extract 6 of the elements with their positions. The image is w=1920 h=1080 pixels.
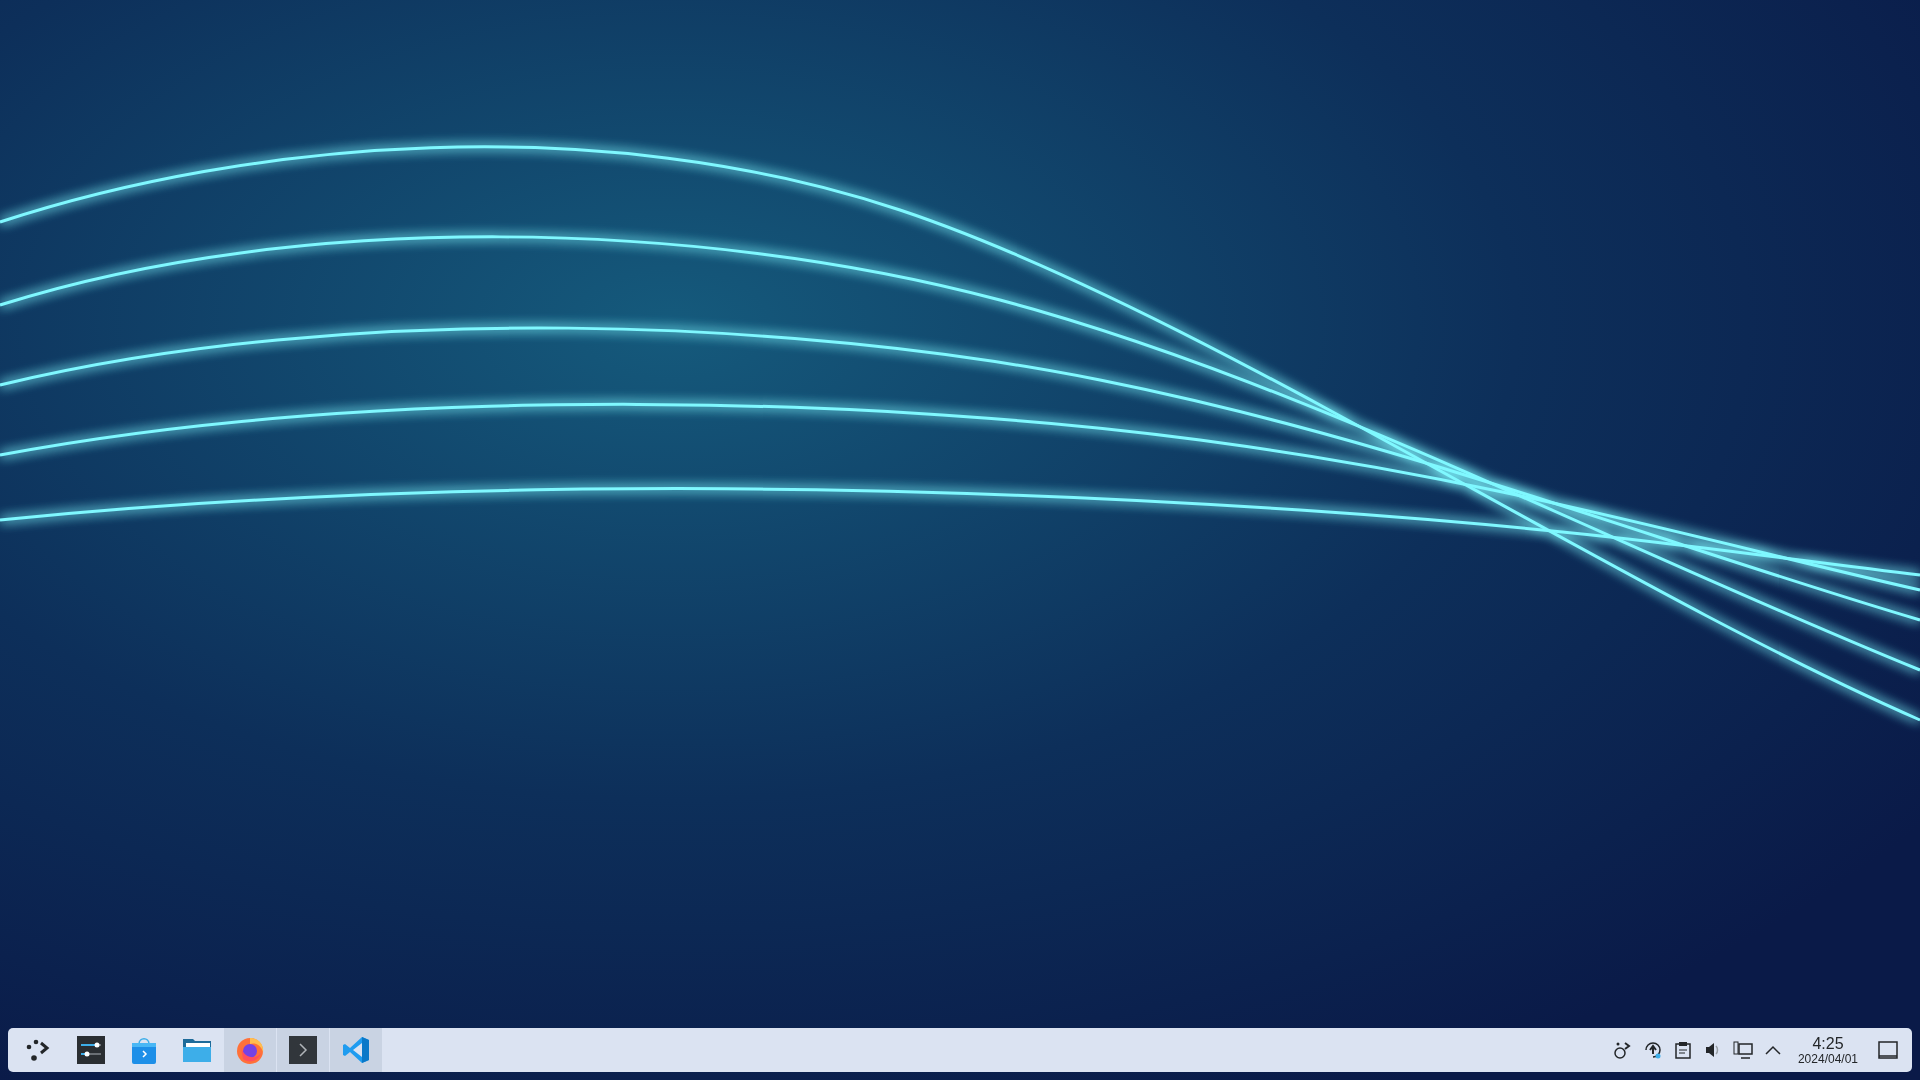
code-editor-icon[interactable] [330,1028,382,1072]
clock[interactable]: 4:25 2024/04/01 [1797,1035,1858,1065]
terminal-icon[interactable] [277,1028,329,1072]
clock-date: 2024/04/01 [1797,1052,1858,1065]
monitor-icon[interactable] [1731,1039,1754,1061]
clock-time: 4:25 [1812,1035,1844,1052]
